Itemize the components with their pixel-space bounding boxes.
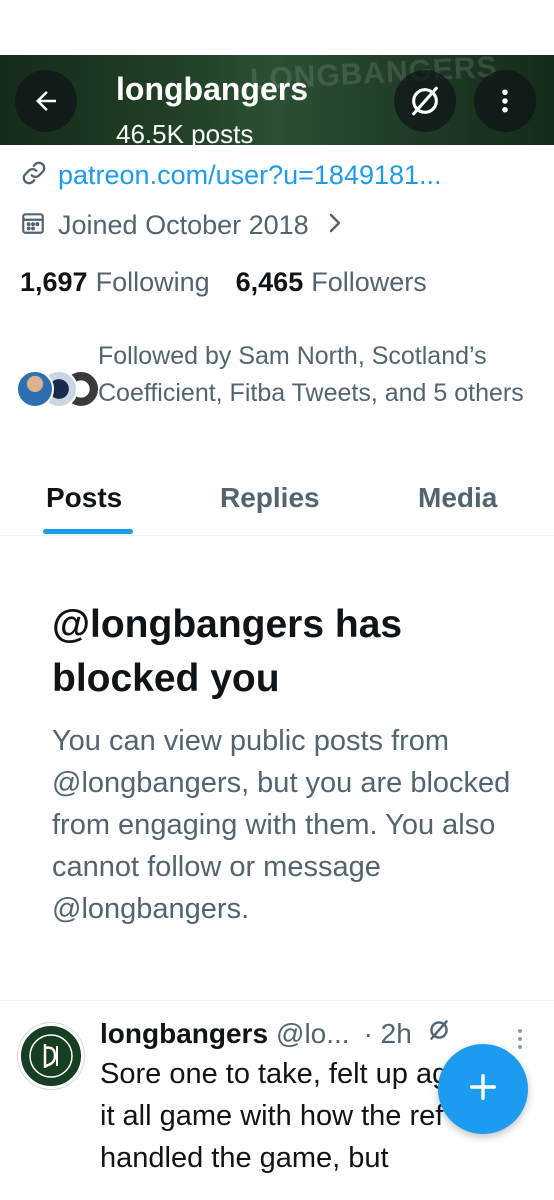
post-author-handle[interactable]: @lo... bbox=[276, 1018, 350, 1050]
followers-label: Followers bbox=[311, 266, 427, 297]
following-count: 1,697 bbox=[20, 266, 88, 297]
followed-by-section[interactable]: Followed by Sam North, Scotland’s Coeffi… bbox=[16, 338, 536, 448]
more-vertical-icon bbox=[490, 86, 520, 116]
tab-media[interactable]: Media bbox=[418, 482, 497, 514]
post-author-name[interactable]: longbangers bbox=[100, 1018, 268, 1050]
back-button[interactable] bbox=[15, 70, 77, 132]
tab-replies[interactable]: Replies bbox=[220, 482, 320, 514]
profile-link[interactable]: patreon.com/user?u=1849181... bbox=[58, 160, 442, 191]
joined-date: Joined October 2018 bbox=[58, 209, 309, 240]
profile-link-row: patreon.com/user?u=1849181... bbox=[20, 155, 442, 195]
grok-icon[interactable] bbox=[426, 1017, 452, 1050]
profile-tabs: Posts Replies Media bbox=[0, 470, 554, 536]
blocked-description: You can view public posts from @longbang… bbox=[52, 725, 511, 925]
plus-icon bbox=[466, 1070, 500, 1109]
arrow-left-icon bbox=[31, 86, 61, 116]
chevron-right-icon bbox=[325, 211, 345, 240]
profile-header: LONGBANGERS longbangers 46.5K posts bbox=[0, 55, 554, 145]
post-timestamp: · 2h bbox=[363, 1017, 412, 1049]
active-tab-indicator bbox=[43, 529, 133, 534]
mutual-avatars bbox=[16, 370, 100, 410]
following-label: Following bbox=[95, 266, 210, 297]
post-header: longbangers @lo... · 2h bbox=[100, 1017, 452, 1050]
follow-stats: 1,697 Following 6,465 Followers bbox=[20, 262, 427, 302]
followed-by-text: Followed by Sam North, Scotland’s Coeffi… bbox=[98, 342, 524, 407]
more-options-button[interactable] bbox=[474, 70, 536, 132]
tab-posts[interactable]: Posts bbox=[46, 482, 122, 514]
joined-row[interactable]: Joined October 2018 bbox=[20, 205, 345, 245]
followers-count: 6,465 bbox=[235, 266, 304, 297]
blocked-title: @longbangers has blocked you bbox=[52, 603, 403, 700]
header-title: longbangers bbox=[116, 71, 309, 107]
post-count: 46.5K posts bbox=[116, 119, 254, 145]
avatar bbox=[16, 370, 54, 408]
compose-button[interactable] bbox=[438, 1044, 528, 1134]
link-icon bbox=[20, 159, 48, 192]
calendar-icon bbox=[20, 210, 46, 241]
grok-icon bbox=[408, 84, 442, 118]
followers-link[interactable]: 6,465 Followers bbox=[236, 267, 427, 298]
avatar[interactable] bbox=[18, 1023, 84, 1089]
grok-button[interactable] bbox=[394, 70, 456, 132]
status-bar-area bbox=[0, 0, 554, 55]
following-link[interactable]: 1,697 Following bbox=[20, 267, 210, 298]
